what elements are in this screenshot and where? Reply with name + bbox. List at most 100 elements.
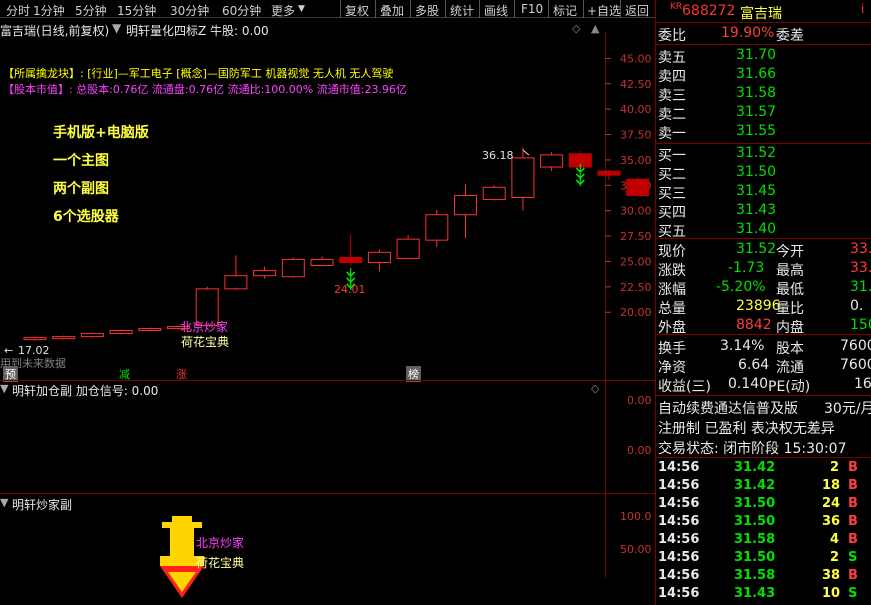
period-tab-60min[interactable]: 60分钟 [222, 2, 261, 19]
buy-level-label: 买一 [658, 148, 686, 164]
info-marker-icon[interactable]: i [861, 2, 864, 16]
period-tab-fenshi[interactable]: 分时 [6, 2, 30, 19]
candle-body[interactable] [109, 330, 133, 335]
candle-body[interactable] [396, 238, 420, 259]
stat-label: 量比 [776, 301, 804, 317]
period-tab-30min[interactable]: 30分钟 [170, 2, 209, 19]
more-dropdown-icon[interactable]: ▼ [298, 4, 305, 14]
sell-row[interactable]: 卖五 31.70 [656, 47, 871, 66]
stat-label: 换手 [658, 341, 686, 357]
fuquan-button[interactable]: 复权 [345, 2, 369, 19]
buy-row[interactable]: 买四 31.43 [656, 202, 871, 221]
buy-level-label: 买四 [658, 205, 686, 221]
sell-price: 31.66 [736, 66, 777, 82]
candle-body[interactable] [511, 157, 535, 198]
candle-body[interactable] [253, 270, 277, 277]
stat-label: 涨跌 [658, 263, 686, 279]
tick-time: 14:56 [658, 568, 700, 583]
sell-level-label: 卖二 [658, 107, 686, 123]
candle-body[interactable] [339, 256, 363, 263]
period-tab-5min[interactable]: 5分钟 [75, 2, 107, 19]
back-button[interactable]: 返回 [625, 2, 649, 19]
draw-line-button[interactable]: 画线 [484, 2, 508, 19]
stat-value: 31. [850, 279, 871, 295]
ad-text-1[interactable]: 自动续费通达信普及版 [658, 398, 798, 418]
buy-price: 31.52 [736, 145, 777, 161]
candle-body[interactable] [281, 258, 305, 278]
low-price-label: 24.01 [334, 283, 366, 296]
sub2-lotus-label: 荷花宝典 [196, 556, 245, 570]
candle-body[interactable] [224, 275, 248, 290]
buy-price: 31.40 [736, 221, 777, 237]
stat-row: 涨跌 -1.73 最高 33. [656, 260, 871, 279]
stat-value: 3.14% [720, 338, 765, 354]
stat-label: 股本 [776, 341, 804, 357]
candle-body[interactable] [597, 170, 621, 176]
y-axis-label: 45.00 [620, 52, 652, 65]
stat-value: 0. [850, 298, 864, 314]
sell-row[interactable]: 卖二 31.57 [656, 104, 871, 123]
tick-volume: 38 [822, 568, 841, 583]
tick-time: 14:56 [658, 496, 700, 511]
candle-body[interactable] [425, 214, 449, 241]
sell-row[interactable]: 卖四 31.66 [656, 66, 871, 85]
main-chart[interactable]: 富吉瑞(日线,前复权) ▼ 明轩量化四标Z 牛股: 0.00 ◇ ▲ 【所属擒龙… [0, 18, 655, 605]
sell-row[interactable]: 卖三 31.58 [656, 85, 871, 104]
add-watchlist-button[interactable]: +自选 [587, 2, 621, 19]
sell-row[interactable]: 卖一 31.55 [656, 123, 871, 142]
sub2-toggle-icon[interactable]: ▼ [0, 496, 8, 509]
candle-body[interactable] [52, 336, 76, 340]
sub1-settings-icon[interactable]: ◇ [591, 382, 599, 395]
tick-side: B [848, 568, 858, 583]
buy-row[interactable]: 买三 31.45 [656, 183, 871, 202]
stat-row: 收益(三) 0.140 PE(动) 16 [656, 376, 871, 395]
y-axis-label: 27.50 [620, 230, 652, 243]
period-tab-1min[interactable]: 1分钟 [33, 2, 65, 19]
sell-price: 31.57 [736, 104, 777, 120]
buy-row[interactable]: 买五 31.40 [656, 221, 871, 240]
stat-row: 现价 31.52 今开 33. [656, 241, 871, 260]
tick-time: 14:56 [658, 586, 700, 601]
y-axis-label: 35.00 [620, 154, 652, 167]
high-marker-line [522, 149, 530, 156]
candle-body[interactable] [23, 337, 47, 341]
candle-body[interactable] [482, 186, 506, 201]
market-kr-icon: KR [670, 2, 683, 12]
multi-stock-button[interactable]: 多股 [415, 2, 439, 19]
high-price-label: 36.18 [482, 149, 514, 162]
candle-body[interactable] [367, 251, 391, 263]
tick-price: 31.42 [734, 478, 776, 493]
sub2-title: 明轩炒家副 [12, 498, 73, 512]
f10-button[interactable]: F10 [521, 2, 543, 16]
webi-label: 委比 [658, 28, 686, 44]
stat-row: 外盘8842内盘150 [656, 317, 871, 336]
y-axis-label: 42.50 [620, 78, 652, 91]
tick-volume: 24 [822, 496, 841, 511]
tick-row: 14:56 31.42 18 B [656, 478, 871, 496]
stat-value: -5.20% [716, 279, 766, 295]
stat-row: 换手 3.14% 股本 7600 [656, 338, 871, 357]
period-toolbar: 分时 1分钟 5分钟 15分钟 30分钟 60分钟 更多 ▼ 复权 叠加 多股 … [0, 0, 655, 18]
candle-body[interactable] [80, 333, 104, 338]
buy-row[interactable]: 买二 31.50 [656, 164, 871, 183]
overlay-button[interactable]: 叠加 [380, 2, 404, 19]
tick-volume: 4 [830, 532, 840, 547]
candle-body[interactable] [540, 154, 564, 168]
candle-body[interactable] [626, 178, 650, 196]
period-tab-15min[interactable]: 15分钟 [117, 2, 156, 19]
statistics-button[interactable]: 统计 [450, 2, 474, 19]
stat-label: 最高 [776, 263, 804, 279]
candle-body[interactable] [138, 327, 162, 332]
candle-body[interactable] [310, 258, 334, 267]
ad-price[interactable]: 30元/月 [824, 398, 871, 418]
period-more-button[interactable]: 更多 [271, 2, 295, 19]
sell-level-label: 卖三 [658, 88, 686, 104]
tick-volume: 2 [830, 460, 840, 475]
sub2-beijing-label: 北京炒家 [196, 536, 245, 550]
tick-row: 14:56 31.50 24 B [656, 496, 871, 514]
y-axis-label: 30.00 [620, 205, 652, 218]
buy-row[interactable]: 买一 31.52 [656, 145, 871, 164]
mark-button[interactable]: 标记 [553, 2, 577, 19]
candle-body[interactable] [454, 194, 477, 216]
sub1-toggle-icon[interactable]: ▼ [0, 382, 8, 395]
